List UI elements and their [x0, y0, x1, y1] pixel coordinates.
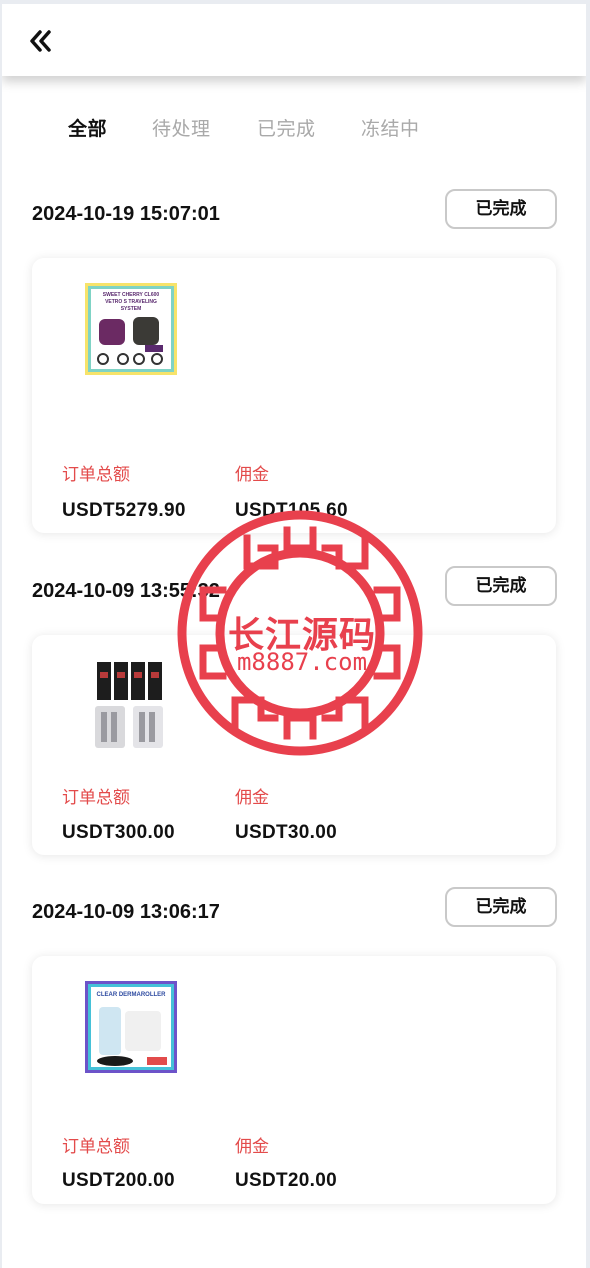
order-status-button[interactable]: 已完成	[445, 566, 557, 606]
dermaroller-image: CLEAR DERMAROLLER	[85, 981, 177, 1073]
vape-coils-image	[85, 660, 177, 752]
order-total-value: USDT300.00	[62, 822, 175, 843]
stroller-image-line1: SWEET CHERRY CL600	[103, 292, 160, 298]
order-card[interactable]: CLEAR DERMAROLLER 订单总额 USDT200.00 佣金 USD…	[32, 956, 556, 1204]
order-total-label: 订单总额	[62, 1137, 130, 1157]
tab-pending[interactable]: 待处理	[152, 114, 211, 141]
tab-completed[interactable]: 已完成	[257, 114, 316, 141]
order-total-value: USDT5279.90	[62, 500, 186, 521]
order-status-button[interactable]: 已完成	[445, 189, 557, 229]
stroller-image-line3: SYSTEM	[121, 306, 142, 312]
order-total-label: 订单总额	[62, 465, 130, 485]
top-bar	[2, 4, 586, 76]
status-tabs: 全部 待处理 已完成 冻结中	[2, 114, 586, 154]
commission-label: 佣金	[235, 465, 269, 485]
commission-value: USDT105.60	[235, 500, 348, 521]
stroller-image-line2: VETRO S TRAVELING	[105, 299, 157, 305]
order-status-button[interactable]: 已完成	[445, 887, 557, 927]
order-total-label: 订单总额	[62, 788, 130, 808]
commission-value: USDT20.00	[235, 1170, 337, 1191]
commission-label: 佣金	[235, 1137, 269, 1157]
tab-all[interactable]: 全部	[68, 114, 107, 141]
tab-frozen[interactable]: 冻结中	[361, 114, 420, 141]
order-time: 2024-10-09 13:06:17	[32, 901, 220, 923]
order-time: 2024-10-09 13:55:32	[32, 580, 220, 602]
order-card[interactable]: SWEET CHERRY CL600 VETRO S TRAVELING SYS…	[32, 258, 556, 533]
dermaroller-image-title: CLEAR DERMAROLLER	[97, 992, 167, 998]
stroller-travel-system-image: SWEET CHERRY CL600 VETRO S TRAVELING SYS…	[85, 283, 177, 375]
order-total-value: USDT200.00	[62, 1170, 175, 1191]
watermark-url: m8887.com	[236, 648, 368, 676]
double-chevron-left-icon[interactable]	[28, 28, 54, 54]
commission-label: 佣金	[235, 788, 269, 808]
order-time: 2024-10-19 15:07:01	[32, 203, 220, 225]
commission-value: USDT30.00	[235, 822, 337, 843]
